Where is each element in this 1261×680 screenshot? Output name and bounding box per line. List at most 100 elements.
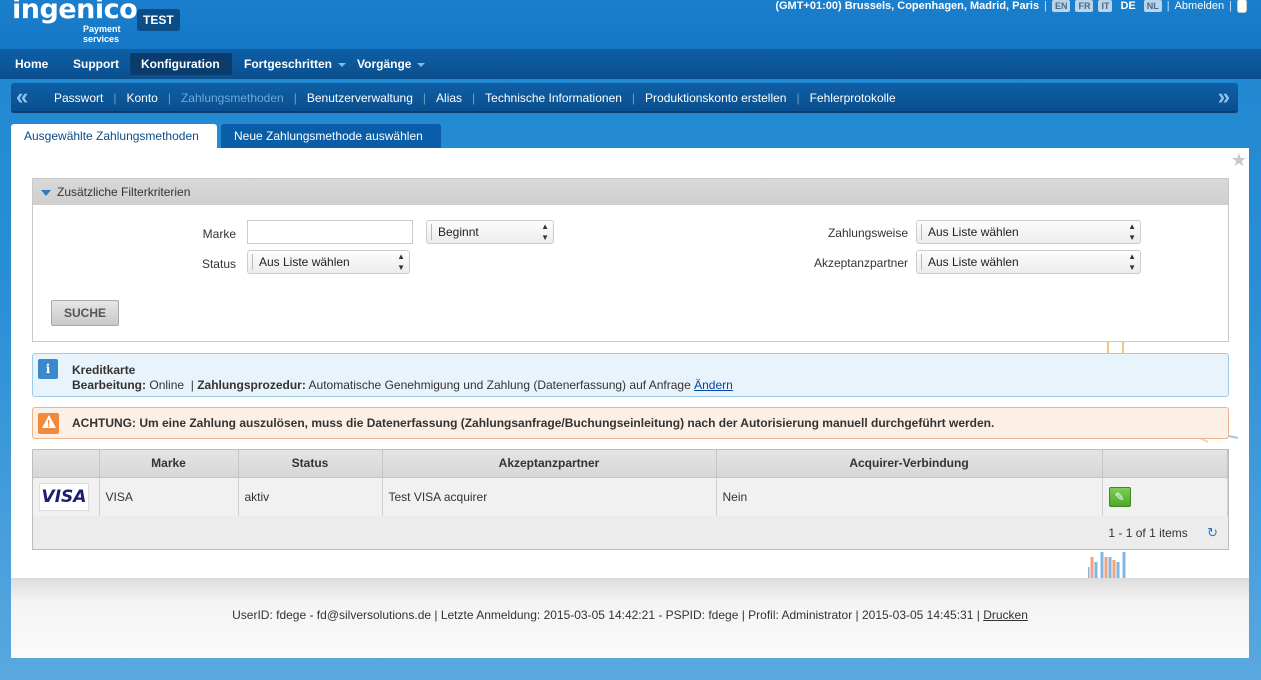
edit-pencil-icon[interactable]: ✎ (1108, 486, 1131, 507)
subnav-passwort[interactable]: Passwort (44, 91, 113, 105)
logout-link[interactable]: Abmelden (1175, 0, 1225, 12)
cell-marke: VISA (99, 477, 239, 516)
lang-nl[interactable]: NL (1143, 0, 1162, 12)
zahlungsweise-select-value: Aus Liste wählen (928, 225, 1019, 239)
subnav-zahlungsmethoden[interactable]: Zahlungsmethoden (171, 91, 294, 105)
subnav-konto[interactable]: Konto (116, 91, 167, 105)
zahlungsprozedur-label: Zahlungsprozedur: (197, 378, 306, 392)
column-header-marke[interactable]: Marke (99, 450, 239, 478)
logo-sub-2: services (83, 34, 120, 44)
tab-new-method[interactable]: Neue Zahlungsmethode auswählen (221, 124, 441, 149)
payment-methods-table: Marke Status Akzeptanzpartner Acquirer-V… (32, 449, 1229, 550)
table-header-row: Marke Status Akzeptanzpartner Acquirer-V… (33, 450, 1228, 478)
header-utility-bar: (GMT+01:00) Brussels, Copenhagen, Madrid… (775, 0, 1247, 13)
nav-konfiguration[interactable]: Konfiguration (130, 53, 232, 89)
print-link[interactable]: Drucken (983, 608, 1028, 622)
column-header-logo (33, 450, 100, 478)
session-info: UserID: fdege - fd@silversolutions.de | … (232, 608, 980, 622)
main-content: ★ Zusätzliche Filterkriterien Marke Begi… (11, 148, 1249, 582)
visa-logo-cell: VISA (33, 477, 100, 516)
status-select[interactable]: Aus Liste wählen ▲ ▼ (247, 250, 410, 274)
akzeptanzpartner-select-value: Aus Liste wählen (928, 255, 1019, 269)
updown-icon: ▲ ▼ (1128, 252, 1136, 272)
nav-fortgeschritten-label: Fortgeschritten (244, 57, 333, 71)
status-label: Status (201, 257, 236, 271)
cell-status: aktiv (238, 477, 383, 516)
divider: | (1166, 0, 1170, 12)
warning-banner: ! ACHTUNG: Um eine Zahlung auszulösen, m… (32, 407, 1229, 439)
nav-vorgaenge[interactable]: Vorgänge (346, 53, 436, 75)
lang-en[interactable]: EN (1051, 0, 1071, 12)
subnav-links: Passwort | Konto | Zahlungsmethoden | Benut… (44, 83, 906, 113)
nav-fortgeschritten[interactable]: Fortgeschritten (233, 53, 357, 75)
visa-logo: VISA (39, 482, 89, 511)
nav-support[interactable]: Support (62, 53, 130, 75)
filter-panel-header[interactable]: Zusätzliche Filterkriterien (33, 179, 1228, 205)
search-button[interactable]: SUCHE (51, 300, 119, 326)
tab-selected-methods[interactable]: Ausgewählte Zahlungsmethoden (11, 124, 217, 149)
footer: UserID: fdege - fd@silversolutions.de | … (11, 578, 1249, 658)
column-header-akzeptanzpartner[interactable]: Akzeptanzpartner (382, 450, 717, 478)
timezone-label: (GMT+01:00) Brussels, Copenhagen, Madrid… (775, 0, 1040, 12)
subnav-fehlerprotokolle[interactable]: Fehlerprotokolle (800, 91, 906, 105)
logo-sub-1: Payment (83, 24, 121, 34)
scroll-left-icon[interactable]: « (16, 85, 28, 109)
change-procedure-link[interactable]: Ändern (694, 378, 733, 392)
subnav-technische-informationen[interactable]: Technische Informationen (475, 91, 632, 105)
filter-panel-title: Zusätzliche Filterkriterien (57, 185, 191, 199)
table-pager: 1 - 1 of 1 items ↻ (1108, 525, 1218, 541)
marke-label: Marke (202, 227, 236, 241)
nav-home[interactable]: Home (4, 53, 59, 75)
marke-match-select[interactable]: Beginnt ▲ ▼ (426, 220, 554, 244)
scroll-right-icon[interactable]: » (1218, 85, 1230, 109)
marke-input[interactable] (247, 220, 413, 244)
column-header-acquirer[interactable]: Acquirer-Verbindung (716, 450, 1103, 478)
payment-method-title: Kreditkarte (72, 363, 136, 377)
chevron-down-icon (417, 62, 426, 67)
subnav-produktionskonto[interactable]: Produktionskonto erstellen (635, 91, 796, 105)
logo-subtitle: Payment services (83, 24, 121, 44)
lang-it[interactable]: IT (1098, 0, 1113, 12)
zahlungsweise-select[interactable]: Aus Liste wählen ▲ ▼ (916, 220, 1141, 244)
updown-icon: ▲ ▼ (397, 252, 405, 272)
bearbeitung-label: Bearbeitung: (72, 378, 147, 392)
window-scroll-knob[interactable] (1237, 0, 1247, 13)
lang-fr[interactable]: FR (1075, 0, 1094, 12)
nav-vorgaenge-label: Vorgänge (357, 57, 412, 71)
cell-akzeptanzpartner: Test VISA acquirer (382, 477, 717, 516)
divider: | (1229, 0, 1232, 12)
cell-actions: ✎ (1102, 477, 1228, 516)
collapse-triangle-icon (41, 189, 51, 196)
top-header: ingenico Payment services TEST (GMT+01:0… (0, 0, 1261, 49)
main-navigation: Home Support Konfiguration Fortgeschritt… (0, 49, 1261, 89)
cell-acquirer: Nein (716, 477, 1103, 516)
divider: | (1044, 0, 1047, 12)
chevron-down-icon (338, 62, 347, 67)
sub-navigation: « Passwort | Konto | Zahlungsmethoden | Ben… (11, 83, 1238, 113)
refresh-icon[interactable]: ↻ (1207, 525, 1218, 540)
updown-icon: ▲ ▼ (1128, 222, 1136, 242)
zahlungsweise-label: Zahlungsweise (827, 226, 908, 240)
akzeptanzpartner-select[interactable]: Aus Liste wählen ▲ ▼ (916, 250, 1141, 274)
divider: | (190, 378, 194, 392)
pager-info: 1 - 1 of 1 items (1108, 526, 1188, 540)
subnav-alias[interactable]: Alias (426, 91, 472, 105)
warning-icon: ! (38, 413, 59, 434)
filter-panel: Zusätzliche Filterkriterien Marke Beginn… (32, 178, 1229, 342)
zahlungsprozedur-value: Automatische Genehmigung und Zahlung (Da… (308, 378, 691, 392)
ingenico-logo[interactable]: ingenico (12, 0, 138, 25)
column-header-status[interactable]: Status (238, 450, 383, 478)
environment-badge: TEST (137, 9, 180, 31)
subnav-benutzerverwaltung[interactable]: Benutzerverwaltung (297, 91, 423, 105)
payment-method-details: Bearbeitung: Online | Zahlungsprozedur: … (72, 378, 733, 392)
info-icon: i (38, 359, 58, 379)
table-row[interactable]: VISA VISA aktiv Test VISA acquirer Nein … (33, 477, 1228, 516)
akzeptanzpartner-label: Akzeptanzpartner (813, 256, 908, 270)
marke-match-value: Beginnt (438, 225, 479, 239)
status-select-value: Aus Liste wählen (259, 255, 350, 269)
column-header-actions (1102, 450, 1228, 478)
payment-method-info: i Kreditkarte Bearbeitung: Online | Zahl… (32, 353, 1229, 397)
lang-de[interactable]: DE (1117, 0, 1138, 12)
favorite-star-icon[interactable]: ★ (1231, 150, 1247, 171)
updown-icon: ▲ ▼ (541, 222, 549, 242)
